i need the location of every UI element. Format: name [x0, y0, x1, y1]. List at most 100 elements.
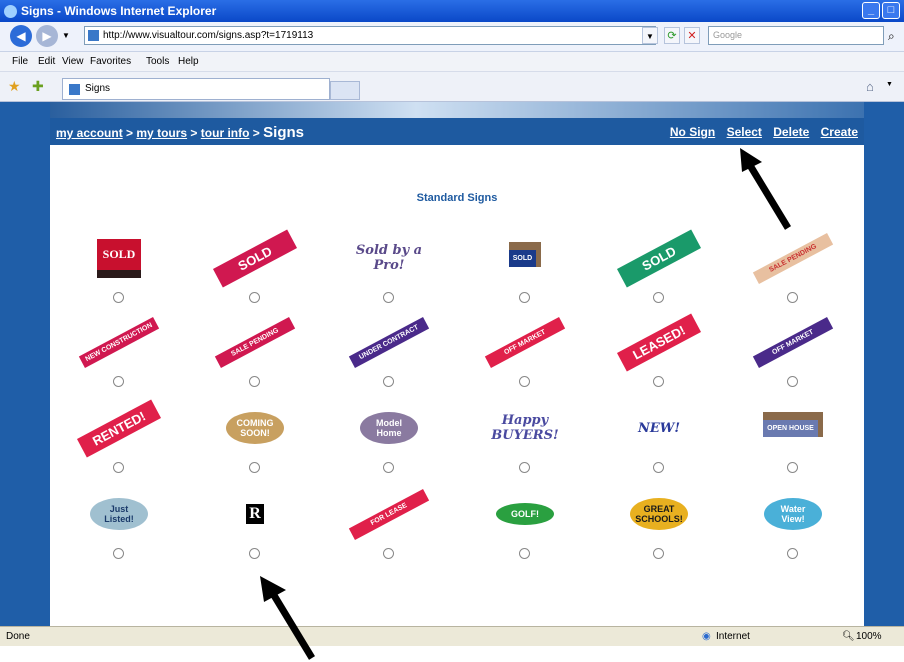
sign-radio[interactable] — [113, 376, 124, 387]
sign-radio[interactable] — [787, 548, 798, 559]
breadcrumb-my-tours[interactable]: my tours — [136, 126, 187, 140]
zoom-level[interactable]: 100% — [856, 631, 882, 642]
sign-radio[interactable] — [249, 292, 260, 303]
breadcrumb-my-account[interactable]: my account — [56, 126, 123, 140]
zoom-icon[interactable]: 🔍︎ — [842, 631, 855, 642]
sign-radio[interactable] — [383, 376, 394, 387]
address-dropdown-button[interactable]: ▼ — [642, 27, 658, 44]
sign-radio[interactable] — [519, 462, 530, 473]
menu-tools[interactable]: Tools — [146, 56, 169, 67]
search-icon[interactable]: ⌕ — [888, 29, 895, 44]
sign-option[interactable]: OPEN HOUSE — [750, 400, 836, 456]
menu-help[interactable]: Help — [178, 56, 199, 67]
no-sign-link[interactable]: No Sign — [670, 125, 715, 139]
menu-favorites[interactable]: Favorites — [90, 56, 131, 67]
menu-file[interactable]: File — [12, 56, 28, 67]
action-links: No Sign Select Delete Create — [662, 125, 858, 139]
sign-image: Happy BUYERS! — [491, 413, 559, 443]
sign-radio[interactable] — [383, 292, 394, 303]
sign-image: RENTED! — [76, 399, 162, 457]
search-input[interactable]: Google — [708, 26, 884, 45]
sign-image: SOLD — [616, 229, 702, 287]
sign-option[interactable]: OFF MARKET — [482, 314, 568, 370]
breadcrumb-separator: > — [190, 126, 198, 140]
favorites-star-icon[interactable]: ★ — [8, 78, 21, 95]
delete-link[interactable]: Delete — [773, 125, 809, 139]
sign-radio[interactable] — [787, 376, 798, 387]
sign-option[interactable]: SOLD — [212, 229, 298, 287]
sign-option[interactable]: R — [212, 486, 298, 542]
pointer-arrow-select — [740, 148, 791, 230]
sign-radio[interactable] — [653, 548, 664, 559]
menu-view[interactable]: View — [62, 56, 84, 67]
sign-radio[interactable] — [519, 548, 530, 559]
stop-button[interactable]: ✕ — [684, 27, 700, 44]
sign-radio[interactable] — [113, 292, 124, 303]
sign-option[interactable]: Model Home — [346, 400, 432, 456]
sign-option[interactable]: Sold by a Pro! — [346, 230, 432, 286]
maximize-button[interactable]: □ — [882, 2, 900, 19]
sign-option[interactable]: COMING SOON! — [212, 400, 298, 456]
home-dropdown-icon[interactable]: ▼ — [886, 81, 893, 88]
sign-option[interactable]: SOLD — [616, 229, 702, 287]
back-button[interactable]: ◀ — [10, 25, 32, 47]
sign-image: LEASED! — [616, 313, 702, 371]
sign-image: GREAT SCHOOLS! — [630, 498, 688, 530]
forward-button[interactable]: ▶ — [36, 25, 58, 47]
sign-option[interactable]: Water View! — [750, 486, 836, 542]
sign-option[interactable]: RENTED! — [76, 399, 162, 457]
sign-radio[interactable] — [653, 292, 664, 303]
sign-option[interactable]: SALE PENDING — [212, 314, 298, 370]
add-favorites-icon[interactable]: ✚ — [32, 78, 44, 95]
refresh-button[interactable]: ⟳ — [664, 27, 680, 44]
sign-image: R — [246, 504, 264, 524]
address-toolbar: ◀ ▶ ▼ http://www.visualtour.com/signs.as… — [0, 22, 904, 52]
sign-radio[interactable] — [249, 462, 260, 473]
home-icon[interactable]: ⌂ — [866, 79, 874, 94]
sign-option[interactable]: OFF MARKET — [750, 314, 836, 370]
sign-radio[interactable] — [383, 548, 394, 559]
tab-bar: ★ ✚ Signs ⌂ ▼ — [0, 72, 904, 102]
sign-option[interactable]: GREAT SCHOOLS! — [616, 486, 702, 542]
sign-image: Water View! — [764, 498, 822, 530]
sign-radio[interactable] — [383, 462, 394, 473]
sign-option[interactable]: UNDER CONTRACT — [346, 314, 432, 370]
breadcrumb-separator: > — [126, 126, 134, 140]
url-text: http://www.visualtour.com/signs.asp?t=17… — [103, 30, 314, 41]
sign-option[interactable]: LEASED! — [616, 313, 702, 371]
sign-radio[interactable] — [519, 376, 530, 387]
sign-option[interactable]: GOLF! — [482, 486, 568, 542]
sign-radio[interactable] — [653, 462, 664, 473]
sign-option[interactable]: SOLD — [76, 230, 162, 286]
sign-radio[interactable] — [113, 548, 124, 559]
sign-image: SOLD — [212, 229, 298, 287]
breadcrumb-separator: > — [252, 126, 260, 140]
history-dropdown-icon[interactable]: ▼ — [62, 31, 70, 40]
new-tab-button[interactable] — [330, 81, 360, 100]
zone-label: Internet — [716, 631, 750, 642]
sign-option[interactable]: FOR LEASE — [346, 486, 432, 542]
sign-option[interactable]: SOLD — [482, 230, 568, 286]
sign-radio[interactable] — [787, 462, 798, 473]
select-link[interactable]: Select — [727, 125, 762, 139]
sign-radio[interactable] — [113, 462, 124, 473]
address-field[interactable]: http://www.visualtour.com/signs.asp?t=17… — [84, 26, 656, 45]
page-favicon-icon — [88, 30, 99, 41]
sign-radio[interactable] — [519, 292, 530, 303]
sign-option[interactable]: NEW CONSTRUCTION — [76, 314, 162, 370]
minimize-button[interactable]: _ — [862, 2, 880, 19]
sign-radio[interactable] — [249, 548, 260, 559]
sign-option[interactable]: Just Listed! — [76, 486, 162, 542]
sign-radio[interactable] — [653, 376, 664, 387]
sign-image: NEW CONSTRUCTION — [78, 316, 160, 368]
sign-radio[interactable] — [787, 292, 798, 303]
sign-image: UNDER CONTRACT — [348, 316, 430, 368]
create-link[interactable]: Create — [821, 125, 858, 139]
tab-signs[interactable]: Signs — [62, 78, 330, 100]
sign-option[interactable]: Happy BUYERS! — [482, 400, 568, 456]
menu-edit[interactable]: Edit — [38, 56, 55, 67]
sign-radio[interactable] — [249, 376, 260, 387]
sign-option[interactable]: SALE PENDING — [750, 230, 836, 286]
sign-option[interactable]: NEW! — [616, 400, 702, 456]
breadcrumb-tour-info[interactable]: tour info — [201, 126, 250, 140]
